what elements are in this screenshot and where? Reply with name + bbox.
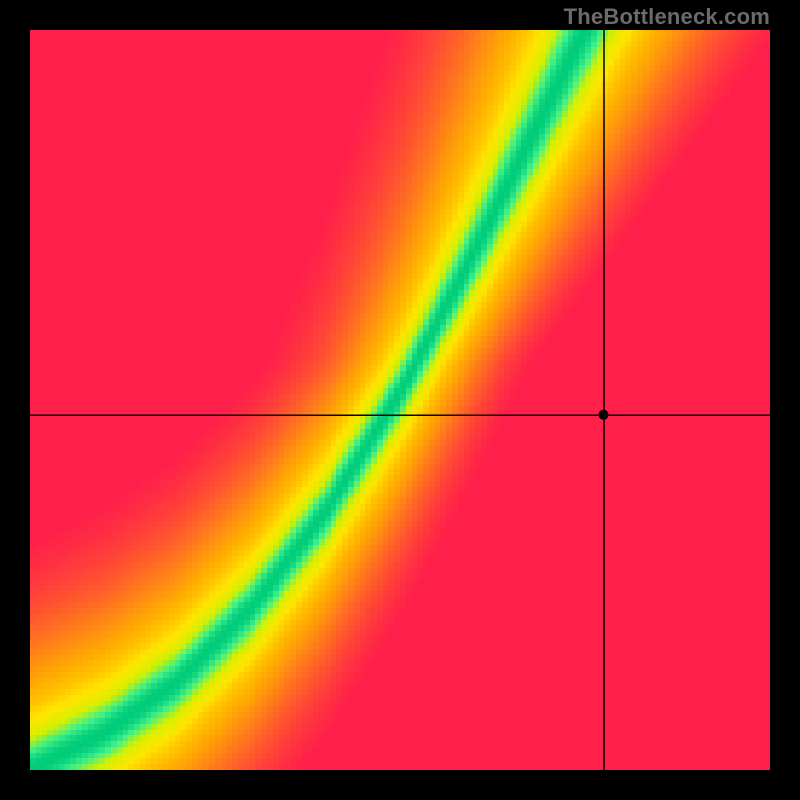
heatmap-plot-area	[30, 30, 770, 770]
watermark-label: TheBottleneck.com	[564, 4, 770, 30]
chart-frame: TheBottleneck.com	[0, 0, 800, 800]
heatmap-canvas	[30, 30, 770, 770]
